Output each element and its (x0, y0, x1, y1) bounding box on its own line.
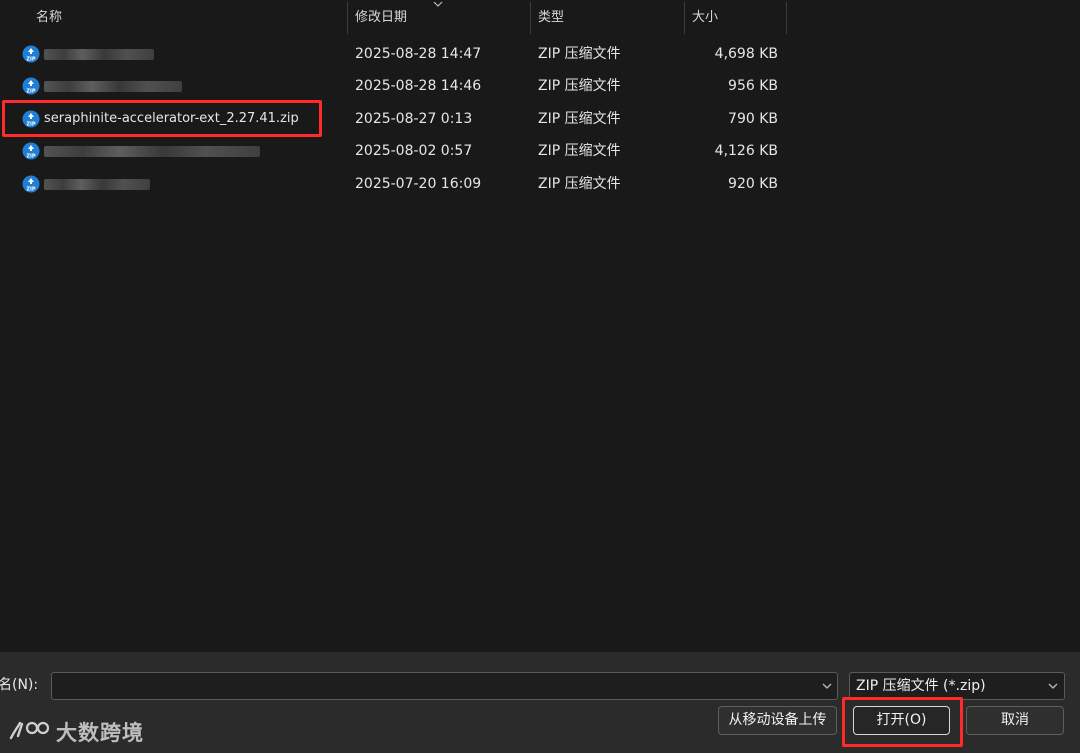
redacted-filename (44, 49, 154, 60)
file-row[interactable]: ZIP 2025-08-28 14:47 ZIP 压缩文件 4,698 KB (0, 38, 790, 70)
column-divider[interactable] (347, 2, 348, 34)
svg-text:ZIP: ZIP (26, 187, 35, 193)
cancel-button[interactable]: 取消 (966, 706, 1064, 735)
redacted-filename (44, 179, 150, 190)
file-row[interactable]: ZIP 2025-08-02 0:57 ZIP 压缩文件 4,126 KB (0, 135, 790, 167)
file-date: 2025-07-20 16:09 (355, 176, 482, 192)
watermark: 大数跨境 (8, 716, 144, 748)
file-size: 920 KB (728, 176, 778, 192)
file-date: 2025-08-28 14:46 (355, 78, 482, 94)
zip-file-icon: ZIP (22, 77, 40, 95)
column-header-type[interactable]: 类型 (532, 0, 682, 36)
file-date: 2025-08-02 0:57 (355, 143, 473, 159)
redacted-filename (44, 146, 260, 157)
redacted-filename (44, 81, 182, 92)
file-row[interactable]: ZIP 2025-08-28 14:46 ZIP 压缩文件 956 KB (0, 70, 790, 102)
column-divider[interactable] (786, 2, 787, 34)
file-size: 4,698 KB (714, 46, 778, 62)
zip-file-icon: ZIP (22, 45, 40, 63)
zip-file-icon: ZIP (22, 175, 40, 193)
chevron-down-icon[interactable] (820, 679, 834, 693)
filename-input[interactable] (51, 672, 838, 700)
column-divider[interactable] (684, 2, 685, 34)
file-type: ZIP 压缩文件 (538, 111, 621, 127)
file-type: ZIP 压缩文件 (538, 143, 621, 159)
column-header-size[interactable]: 大小 (686, 0, 786, 36)
svg-text:ZIP: ZIP (26, 57, 35, 63)
zip-file-icon: ZIP (22, 142, 40, 160)
watermark-logo-icon (9, 721, 50, 740)
file-type: ZIP 压缩文件 (538, 78, 621, 94)
file-type: ZIP 压缩文件 (538, 176, 621, 192)
file-date: 2025-08-28 14:47 (355, 46, 482, 62)
file-type: ZIP 压缩文件 (538, 46, 621, 62)
svg-text:ZIP: ZIP (26, 89, 35, 95)
file-size: 4,126 KB (714, 143, 778, 159)
file-date: 2025-08-27 0:13 (355, 111, 473, 127)
file-size: 790 KB (728, 111, 778, 127)
column-header-name[interactable]: 名称 (30, 0, 346, 36)
annotation-highlight-box (842, 697, 963, 747)
file-list-pane: 名称 修改日期 类型 大小 ZIP 2025-08-28 14:47 ZIP 压… (0, 0, 1080, 652)
annotation-highlight-box (2, 100, 322, 137)
file-type-select[interactable]: ZIP 压缩文件 (*.zip) (849, 672, 1065, 700)
column-divider[interactable] (530, 2, 531, 34)
chevron-down-icon[interactable] (1046, 679, 1060, 693)
file-type-selected: ZIP 压缩文件 (*.zip) (856, 678, 986, 694)
sort-descending-icon (433, 1, 443, 7)
watermark-text: 大数跨境 (56, 721, 144, 745)
upload-from-mobile-button[interactable]: 从移动设备上传 (718, 706, 837, 735)
svg-text:ZIP: ZIP (26, 154, 35, 160)
file-row[interactable]: ZIP 2025-07-20 16:09 ZIP 压缩文件 920 KB (0, 168, 790, 200)
filename-label: 名(N): (0, 677, 39, 693)
column-header-row: 名称 修改日期 类型 大小 (0, 0, 1080, 36)
file-size: 956 KB (728, 78, 778, 94)
